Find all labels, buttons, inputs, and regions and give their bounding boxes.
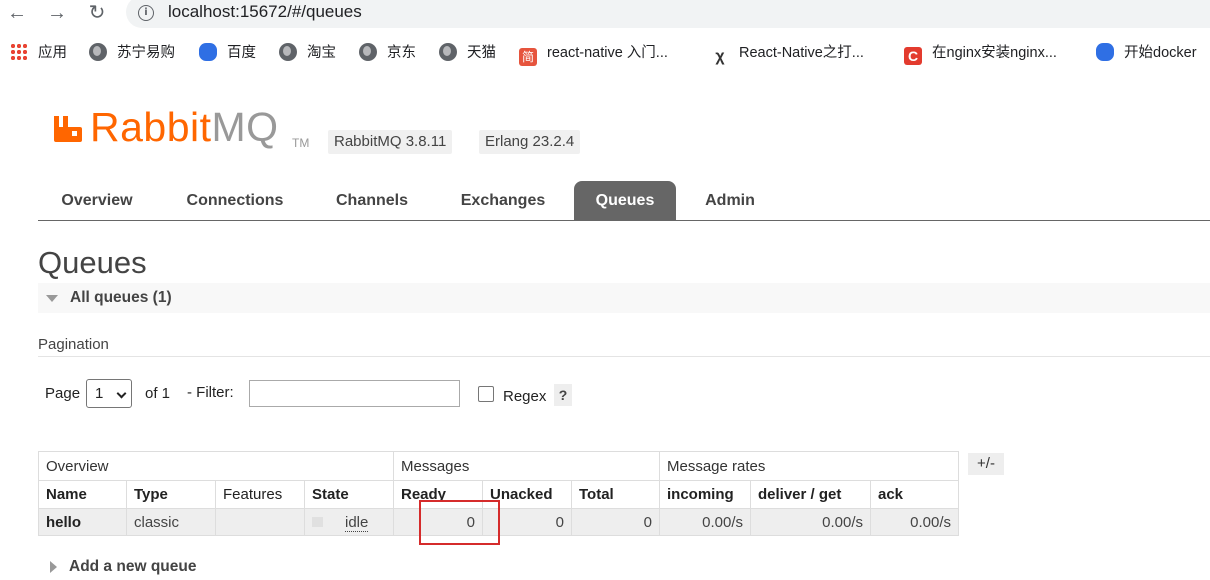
group-messages-header: Messages	[393, 451, 660, 481]
bookmark-nginx[interactable]: C 在nginx安装nginx...	[904, 42, 1057, 65]
logo-rabbit-text: Rabbit	[90, 104, 212, 150]
col-state-header[interactable]: State	[304, 480, 394, 509]
bookmark-jd[interactable]: 京东	[359, 42, 416, 64]
all-queues-label: All queues (1)	[70, 289, 172, 306]
back-arrow-icon[interactable]: ←	[4, 2, 30, 26]
collapse-triangle-icon	[46, 295, 58, 302]
filter-label: - Filter:	[187, 384, 234, 401]
bookmark-docker[interactable]: 开始docker	[1096, 42, 1197, 64]
table-group-header-row: Overview Messages Message rates	[38, 451, 959, 481]
url-omnibox[interactable]: i localhost:15672/#/queues	[126, 0, 1210, 28]
tab-channels[interactable]: Channels	[320, 181, 424, 220]
globe-icon	[279, 43, 297, 61]
queue-incoming-rate: 0.00/s	[659, 508, 751, 536]
bookmark-react-native-intro[interactable]: 简 react-native 入门...	[519, 42, 668, 66]
tab-exchanges[interactable]: Exchanges	[443, 181, 563, 220]
tab-queues[interactable]: Queues	[574, 181, 676, 220]
browser-address-bar: ← → ↻ i localhost:15672/#/queues	[0, 0, 1210, 30]
queue-total: 0	[571, 508, 660, 536]
jianshu-icon: 简	[519, 48, 537, 66]
bookmark-taobao[interactable]: 淘宝	[279, 42, 336, 64]
tab-overview[interactable]: Overview	[38, 181, 156, 220]
state-indicator-icon	[312, 516, 323, 527]
rabbitmq-logo-icon	[54, 116, 82, 142]
apps-grid-icon	[10, 43, 28, 61]
page-title: Queues	[38, 245, 147, 280]
col-features-header: Features	[215, 480, 305, 509]
page-label: Page	[45, 385, 81, 402]
pagination-divider	[38, 356, 1210, 357]
baidu-paw-icon	[199, 43, 217, 61]
bookmark-label: 京东	[387, 45, 416, 61]
annotation-highlight-box	[419, 500, 500, 545]
globe-icon	[439, 43, 457, 61]
chevron-down-icon	[116, 388, 127, 399]
bookmark-label: react-native 入门...	[547, 45, 668, 61]
bookmark-label: 开始docker	[1124, 45, 1197, 61]
tab-connections[interactable]: Connections	[171, 181, 299, 220]
rabbitmq-version-badge: RabbitMQ 3.8.11	[328, 130, 453, 154]
globe-icon	[359, 43, 377, 61]
tab-admin[interactable]: Admin	[693, 181, 767, 220]
logo-mq-text: MQ	[211, 104, 279, 150]
col-deliver-get-header[interactable]: deliver / get	[750, 480, 871, 509]
bookmark-label: 淘宝	[307, 45, 336, 61]
bookmark-label: 天猫	[467, 45, 496, 61]
bookmark-label: 苏宁易购	[117, 45, 175, 61]
logo-wordmark: RabbitMQ	[90, 104, 279, 151]
all-queues-section-toggle[interactable]: All queues (1)	[38, 283, 1210, 313]
filter-input[interactable]	[249, 380, 460, 407]
main-tabs: Overview Connections Channels Exchanges …	[38, 181, 1210, 221]
queue-deliver-get-rate: 0.00/s	[750, 508, 871, 536]
bookmark-label: 应用	[38, 45, 67, 61]
queue-features	[215, 508, 305, 536]
group-message-rates-header: Message rates	[659, 451, 959, 481]
bookmark-react-native-pack[interactable]: χ React-Native之打...	[711, 42, 864, 65]
globe-icon	[89, 43, 107, 61]
regex-label: Regex	[503, 388, 547, 405]
bookmark-baidu[interactable]: 百度	[199, 42, 256, 64]
url-text[interactable]: localhost:15672/#/queues	[168, 2, 362, 22]
group-overview-header: Overview	[38, 451, 394, 481]
erlang-version-badge: Erlang 23.2.4	[479, 130, 581, 154]
queue-state-cell: idle	[304, 508, 394, 536]
col-ack-header[interactable]: ack	[870, 480, 959, 509]
rn-icon: χ	[715, 48, 725, 65]
queue-name-link[interactable]: hello	[38, 508, 127, 536]
regex-help-button[interactable]: ?	[554, 384, 572, 406]
queue-state: idle	[345, 513, 369, 532]
pagination-heading: Pagination	[38, 336, 109, 353]
reload-icon[interactable]: ↻	[84, 2, 110, 26]
add-new-queue-toggle[interactable]: Add a new queue	[69, 558, 196, 576]
regex-checkbox[interactable]	[478, 386, 494, 402]
bookmark-tmall[interactable]: 天猫	[439, 42, 496, 64]
bookmarks-bar: 应用 苏宁易购 百度 淘宝 京东 天猫 简 react-native 入门... …	[0, 36, 1210, 68]
logo-trademark: TM	[292, 136, 310, 150]
forward-arrow-icon[interactable]: →	[44, 2, 70, 26]
site-info-icon[interactable]: i	[138, 5, 154, 21]
expand-triangle-icon	[50, 561, 57, 573]
col-incoming-header[interactable]: incoming	[659, 480, 751, 509]
col-total-header[interactable]: Total	[571, 480, 660, 509]
page-select-value: 1	[95, 385, 104, 402]
bookmark-label: 百度	[227, 45, 256, 61]
bookmark-suning[interactable]: 苏宁易购	[89, 42, 175, 64]
bookmark-label: React-Native之打...	[739, 45, 864, 61]
col-type-header[interactable]: Type	[126, 480, 216, 509]
bookmark-apps[interactable]: 应用	[10, 42, 67, 64]
bookmark-label: 在nginx安装nginx...	[932, 45, 1057, 61]
baidu-paw-icon	[1096, 43, 1114, 61]
queue-ack-rate: 0.00/s	[870, 508, 959, 536]
column-toggle-button[interactable]: +/-	[968, 453, 1004, 475]
col-name-header[interactable]: Name	[38, 480, 127, 509]
page-select[interactable]: 1	[86, 379, 132, 408]
page-count-label: of 1	[145, 385, 171, 402]
queue-type: classic	[126, 508, 216, 536]
csdn-icon: C	[904, 47, 922, 65]
